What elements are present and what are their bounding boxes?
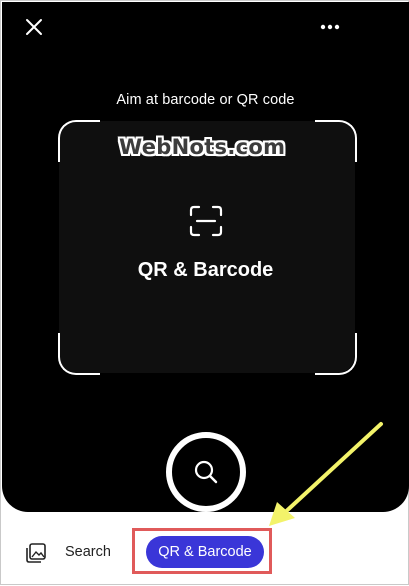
tab-search[interactable]: Search <box>65 544 111 560</box>
image-gallery-icon[interactable] <box>25 542 47 564</box>
close-icon <box>26 19 42 35</box>
search-icon <box>194 460 218 484</box>
shutter-search-button[interactable] <box>166 432 246 512</box>
scan-frame-icon <box>189 205 223 237</box>
scan-corner-top-right <box>315 120 357 162</box>
more-options-icon <box>320 24 340 30</box>
annotation-highlight-box <box>132 528 272 574</box>
more-options-button[interactable] <box>314 12 346 42</box>
scan-corner-bottom-left <box>58 333 100 375</box>
app-frame: Aim at barcode or QR code WebNots.com QR… <box>0 0 409 585</box>
mode-title: QR & Barcode <box>137 259 274 281</box>
scan-hint: Aim at barcode or QR code <box>116 92 295 108</box>
scan-corner-bottom-right <box>315 333 357 375</box>
close-button[interactable] <box>19 12 49 42</box>
bottom-mode-bar: Search QR & Barcode <box>1 512 409 586</box>
watermark: WebNots.com <box>119 135 286 159</box>
scan-corner-top-left <box>58 120 100 162</box>
